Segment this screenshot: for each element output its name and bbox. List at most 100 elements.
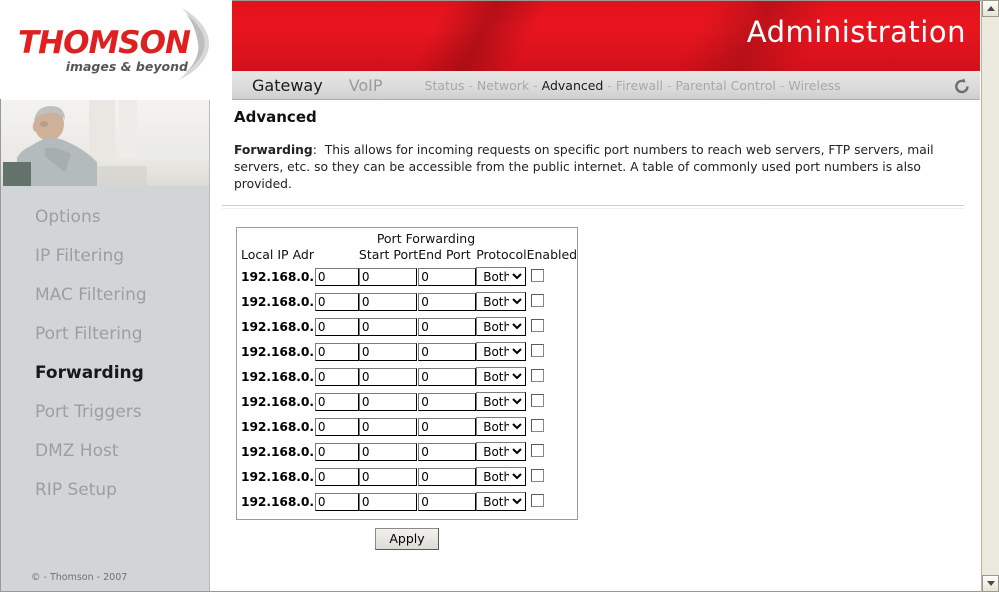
sidebar-item-options[interactable]: Options [1,198,209,237]
table-row: 192.168.0. BothTCPUDP [241,464,577,489]
protocol-select[interactable]: BothTCPUDP [476,342,527,361]
ip-octet-input[interactable] [314,467,359,486]
enabled-checkbox[interactable] [530,268,544,282]
start-port-input[interactable] [358,467,417,486]
table-row: 192.168.0. BothTCPUDP [241,289,577,314]
start-port-input[interactable] [358,292,417,311]
cell-protocol: BothTCPUDP [476,414,527,439]
end-port-input[interactable] [418,467,477,486]
nav-separator: - [533,77,538,93]
sidebar-item-port-filtering[interactable]: Port Filtering [1,315,209,354]
protocol-select[interactable]: BothTCPUDP [476,442,527,461]
nav-separator: - [607,77,612,93]
nav-separator: - [468,77,473,93]
sidebar-hero-photo [1,100,209,186]
enabled-checkbox[interactable] [530,493,544,507]
nav-tab-voip[interactable]: VoIP [349,76,383,95]
enabled-checkbox[interactable] [530,318,544,332]
ip-octet-input[interactable] [314,492,359,511]
ip-address-group: 192.168.0. [241,342,359,361]
person-with-laptop-photo [1,100,209,186]
scrollbar-track[interactable] [982,17,999,575]
protocol-select[interactable]: BothTCPUDP [476,367,527,386]
start-port-input[interactable] [358,317,417,336]
chevron-down-icon [986,581,995,586]
protocol-select[interactable]: BothTCPUDP [476,417,527,436]
sidebar-item-forwarding[interactable]: Forwarding [1,354,209,393]
apply-button[interactable]: Apply [375,528,439,550]
sidebar-item-mac-filtering[interactable]: MAC Filtering [1,276,209,315]
nav-subtab-advanced[interactable]: Advanced [542,78,604,93]
start-port-input[interactable] [358,417,417,436]
end-port-input[interactable] [418,367,477,386]
nav-tab-gateway[interactable]: Gateway [252,76,323,95]
scroll-up-button[interactable] [982,0,999,17]
nav-subtab-network[interactable]: Network [477,78,529,93]
cell-protocol: BothTCPUDP [476,264,527,289]
enabled-checkbox[interactable] [530,418,544,432]
ip-octet-input[interactable] [314,367,359,386]
enabled-checkbox[interactable] [530,443,544,457]
refresh-icon[interactable] [952,76,972,96]
start-port-input[interactable] [358,342,417,361]
sidebar-item-port-triggers[interactable]: Port Triggers [1,393,209,432]
ip-address-group: 192.168.0. [241,492,359,511]
start-port-input[interactable] [358,267,417,286]
nav-subtab-parental-control[interactable]: Parental Control [676,78,776,93]
end-port-input[interactable] [418,492,477,511]
end-port-input[interactable] [418,392,477,411]
end-port-input[interactable] [418,267,477,286]
nav-subtab-status[interactable]: Status [425,78,465,93]
enabled-checkbox[interactable] [530,368,544,382]
ip-octet-input[interactable] [314,442,359,461]
ip-prefix-label: 192.168.0. [241,294,314,309]
cell-enabled [527,339,578,364]
description-colon: : [312,143,317,157]
section-title: Administration [746,15,966,49]
protocol-select[interactable]: BothTCPUDP [476,292,527,311]
cell-end-port [418,439,477,464]
ip-octet-input[interactable] [314,317,359,336]
protocol-select[interactable]: BothTCPUDP [476,267,527,286]
enabled-checkbox[interactable] [530,343,544,357]
ip-octet-input[interactable] [314,342,359,361]
table-row: 192.168.0. BothTCPUDP [241,489,577,514]
protocol-select[interactable]: BothTCPUDP [476,467,527,486]
ip-address-group: 192.168.0. [241,442,359,461]
start-port-input[interactable] [358,392,417,411]
enabled-checkbox[interactable] [530,468,544,482]
nav-subtab-firewall[interactable]: Firewall [616,78,663,93]
end-port-input[interactable] [418,317,477,336]
vertical-scrollbar[interactable] [981,0,999,592]
ip-prefix-label: 192.168.0. [241,394,314,409]
end-port-input[interactable] [418,342,477,361]
sidebar-item-rip-setup[interactable]: RIP Setup [1,471,209,510]
sidebar-item-ip-filtering[interactable]: IP Filtering [1,237,209,276]
enabled-checkbox[interactable] [530,293,544,307]
ip-octet-input[interactable] [314,417,359,436]
left-sidebar: Options IP Filtering MAC Filtering Port … [1,100,210,591]
ip-octet-input[interactable] [314,267,359,286]
column-header-protocol: Protocol [476,247,527,262]
end-port-input[interactable] [418,417,477,436]
end-port-input[interactable] [418,442,477,461]
start-port-input[interactable] [358,442,417,461]
enabled-checkbox[interactable] [530,393,544,407]
ip-octet-input[interactable] [314,292,359,311]
cell-local-ip: 192.168.0. [241,439,359,464]
ip-octet-input[interactable] [314,392,359,411]
sidebar-item-dmz-host[interactable]: DMZ Host [1,432,209,471]
nav-subtab-wireless[interactable]: Wireless [788,78,840,93]
table-row: 192.168.0. BothTCPUDP [241,414,577,439]
protocol-select[interactable]: BothTCPUDP [476,392,527,411]
cell-enabled [527,414,578,439]
scroll-down-button[interactable] [982,575,999,592]
protocol-select[interactable]: BothTCPUDP [476,492,527,511]
start-port-input[interactable] [358,367,417,386]
end-port-input[interactable] [418,292,477,311]
ip-prefix-label: 192.168.0. [241,269,314,284]
main-navigation-bar: Gateway VoIP Status - Network - Advanced… [232,71,980,100]
cell-start-port [358,464,418,489]
protocol-select[interactable]: BothTCPUDP [476,317,527,336]
start-port-input[interactable] [358,492,417,511]
